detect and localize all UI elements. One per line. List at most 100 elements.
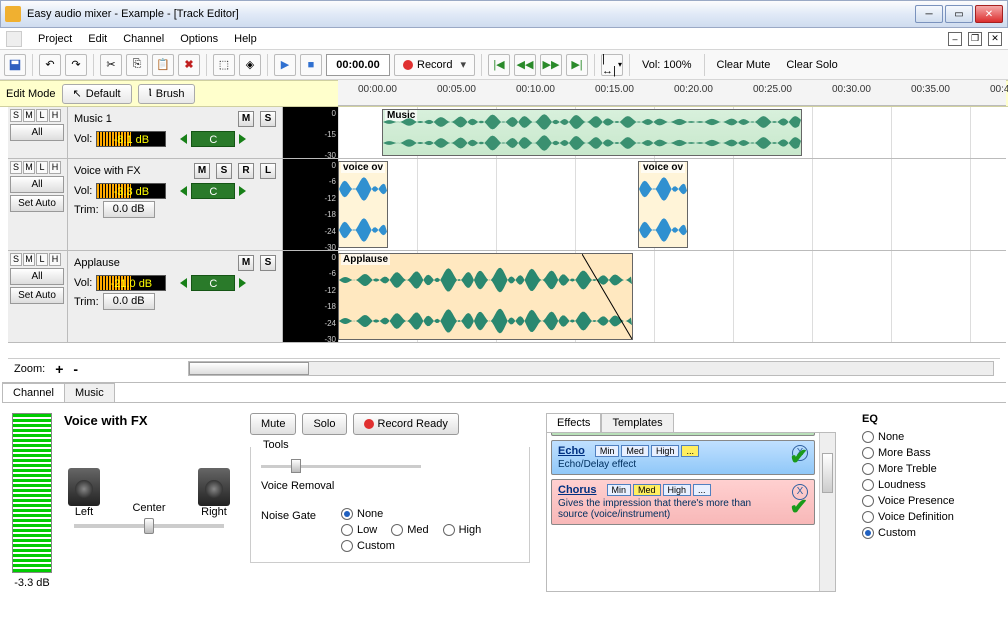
effect-item[interactable]: EchoMinMedHigh...XEcho/Delay effect✔ xyxy=(551,440,815,475)
menu-help[interactable]: Help xyxy=(234,33,257,45)
cut-button[interactable]: ✂ xyxy=(100,54,122,76)
radio-voice-presence[interactable]: Voice Presence xyxy=(862,495,954,507)
horizontal-scrollbar[interactable] xyxy=(188,361,994,376)
effects-scrollbar[interactable] xyxy=(819,433,835,591)
radio-more-treble[interactable]: More Treble xyxy=(862,463,954,475)
volume-box[interactable]: -21.0 dB xyxy=(96,275,166,291)
radio-custom[interactable]: Custom xyxy=(341,540,395,552)
voice-removal-slider[interactable] xyxy=(261,465,421,468)
track-s-button[interactable]: S xyxy=(260,255,276,271)
radio-med[interactable]: Med xyxy=(391,524,428,536)
undo-button[interactable]: ↶ xyxy=(39,54,61,76)
radio-none[interactable]: None xyxy=(341,508,383,520)
pan-slider[interactable] xyxy=(74,524,224,528)
radio-high[interactable]: High xyxy=(443,524,482,536)
set-auto-button[interactable]: Set Auto xyxy=(10,195,64,212)
track-lane[interactable]: Music xyxy=(338,107,1006,158)
track-l-button[interactable]: L xyxy=(260,163,276,179)
menu-edit[interactable]: Edit xyxy=(88,33,107,45)
close-button[interactable]: ✕ xyxy=(975,5,1003,23)
all-button[interactable]: All xyxy=(10,268,64,285)
mute-button[interactable]: Mute xyxy=(250,413,296,435)
level-...[interactable]: ... xyxy=(693,484,711,496)
pan-left-button[interactable] xyxy=(180,186,187,196)
level-high[interactable]: High xyxy=(663,484,692,496)
paste-button[interactable]: 📋 xyxy=(152,54,174,76)
menu-project[interactable]: Project xyxy=(38,33,72,45)
size-button-l[interactable]: L xyxy=(36,109,48,122)
tool-b-button[interactable]: ◈ xyxy=(239,54,261,76)
width-button[interactable]: |↔|▾ xyxy=(601,54,623,76)
trim-box[interactable]: 0.0 dB xyxy=(103,201,155,218)
size-button-s[interactable]: S xyxy=(10,161,22,174)
track-lane[interactable]: voice ov voice ov xyxy=(338,159,1006,250)
track-r-button[interactable]: R xyxy=(238,163,254,179)
redo-button[interactable]: ↷ xyxy=(65,54,87,76)
tab-channel[interactable]: Channel xyxy=(2,383,65,402)
size-button-h[interactable]: H xyxy=(49,253,61,266)
size-button-l[interactable]: L xyxy=(36,161,48,174)
pan-left-button[interactable] xyxy=(180,278,187,288)
track-s-button[interactable]: S xyxy=(216,163,232,179)
delete-button[interactable]: ✖ xyxy=(178,54,200,76)
audio-clip[interactable]: Music xyxy=(382,109,802,156)
clear-solo-button[interactable]: Clear Solo xyxy=(780,59,843,71)
radio-more-bass[interactable]: More Bass xyxy=(862,447,954,459)
size-button-s[interactable]: S xyxy=(10,109,22,122)
minimize-button[interactable]: ─ xyxy=(915,5,943,23)
play-button[interactable]: ▶ xyxy=(274,54,296,76)
level-min[interactable]: Min xyxy=(595,445,620,457)
record-button[interactable]: Record▾ xyxy=(394,54,475,76)
track-lane[interactable]: Applause xyxy=(338,251,1006,342)
radio-none[interactable]: None xyxy=(862,431,954,443)
all-button[interactable]: All xyxy=(10,124,64,141)
volume-box[interactable]: -8.1 dB xyxy=(96,131,166,147)
level-high[interactable]: High xyxy=(651,445,680,457)
size-button-m[interactable]: M xyxy=(23,253,35,266)
track-m-button[interactable]: M xyxy=(238,255,254,271)
effect-item[interactable]: ChorusMinMedHigh...XGives the impression… xyxy=(551,479,815,525)
pan-right-button[interactable] xyxy=(239,186,246,196)
size-button-h[interactable]: H xyxy=(49,109,61,122)
pan-box[interactable]: C xyxy=(191,131,235,147)
track-s-button[interactable]: S xyxy=(260,111,276,127)
level-min[interactable]: Min xyxy=(607,484,632,496)
pan-box[interactable]: C xyxy=(191,275,235,291)
audio-clip[interactable]: Applause xyxy=(338,253,633,340)
level-...[interactable]: ... xyxy=(681,445,699,457)
track-m-button[interactable]: M xyxy=(238,111,254,127)
skip-end-button[interactable]: ▶| xyxy=(566,54,588,76)
size-button-m[interactable]: M xyxy=(23,161,35,174)
size-button-m[interactable]: M xyxy=(23,109,35,122)
skip-start-button[interactable]: |◀ xyxy=(488,54,510,76)
all-button[interactable]: All xyxy=(10,176,64,193)
audio-clip[interactable]: voice ov xyxy=(638,161,688,248)
mdi-minimize[interactable]: – xyxy=(948,32,962,46)
radio-loudness[interactable]: Loudness xyxy=(862,479,954,491)
level-med[interactable]: Med xyxy=(621,445,649,457)
zoom-out-button[interactable]: - xyxy=(73,361,78,377)
copy-button[interactable]: ⎘ xyxy=(126,54,148,76)
radio-low[interactable]: Low xyxy=(341,524,377,536)
mdi-close[interactable]: ✕ xyxy=(988,32,1002,46)
volume-box[interactable]: -3.3 dB xyxy=(96,183,166,199)
rewind-button[interactable]: ◀◀ xyxy=(514,54,536,76)
maximize-button[interactable]: ▭ xyxy=(945,5,973,23)
solo-button[interactable]: Solo xyxy=(302,413,346,435)
pan-right-button[interactable] xyxy=(239,134,246,144)
menu-channel[interactable]: Channel xyxy=(123,33,164,45)
forward-button[interactable]: ▶▶ xyxy=(540,54,562,76)
size-button-s[interactable]: S xyxy=(10,253,22,266)
save-button[interactable] xyxy=(4,54,26,76)
menu-options[interactable]: Options xyxy=(180,33,218,45)
trim-box[interactable]: 0.0 dB xyxy=(103,293,155,310)
set-auto-button[interactable]: Set Auto xyxy=(10,287,64,304)
effect-item[interactable]: source is inside a big room.✔ xyxy=(551,432,815,436)
level-med[interactable]: Med xyxy=(633,484,661,496)
default-tool-button[interactable]: ↖Default xyxy=(62,84,132,104)
stop-button[interactable]: ■ xyxy=(300,54,322,76)
radio-voice-definition[interactable]: Voice Definition xyxy=(862,511,954,523)
volume-label[interactable]: Vol: 100% xyxy=(636,59,698,71)
audio-clip[interactable]: voice ov xyxy=(338,161,388,248)
record-ready-button[interactable]: Record Ready xyxy=(353,413,459,435)
